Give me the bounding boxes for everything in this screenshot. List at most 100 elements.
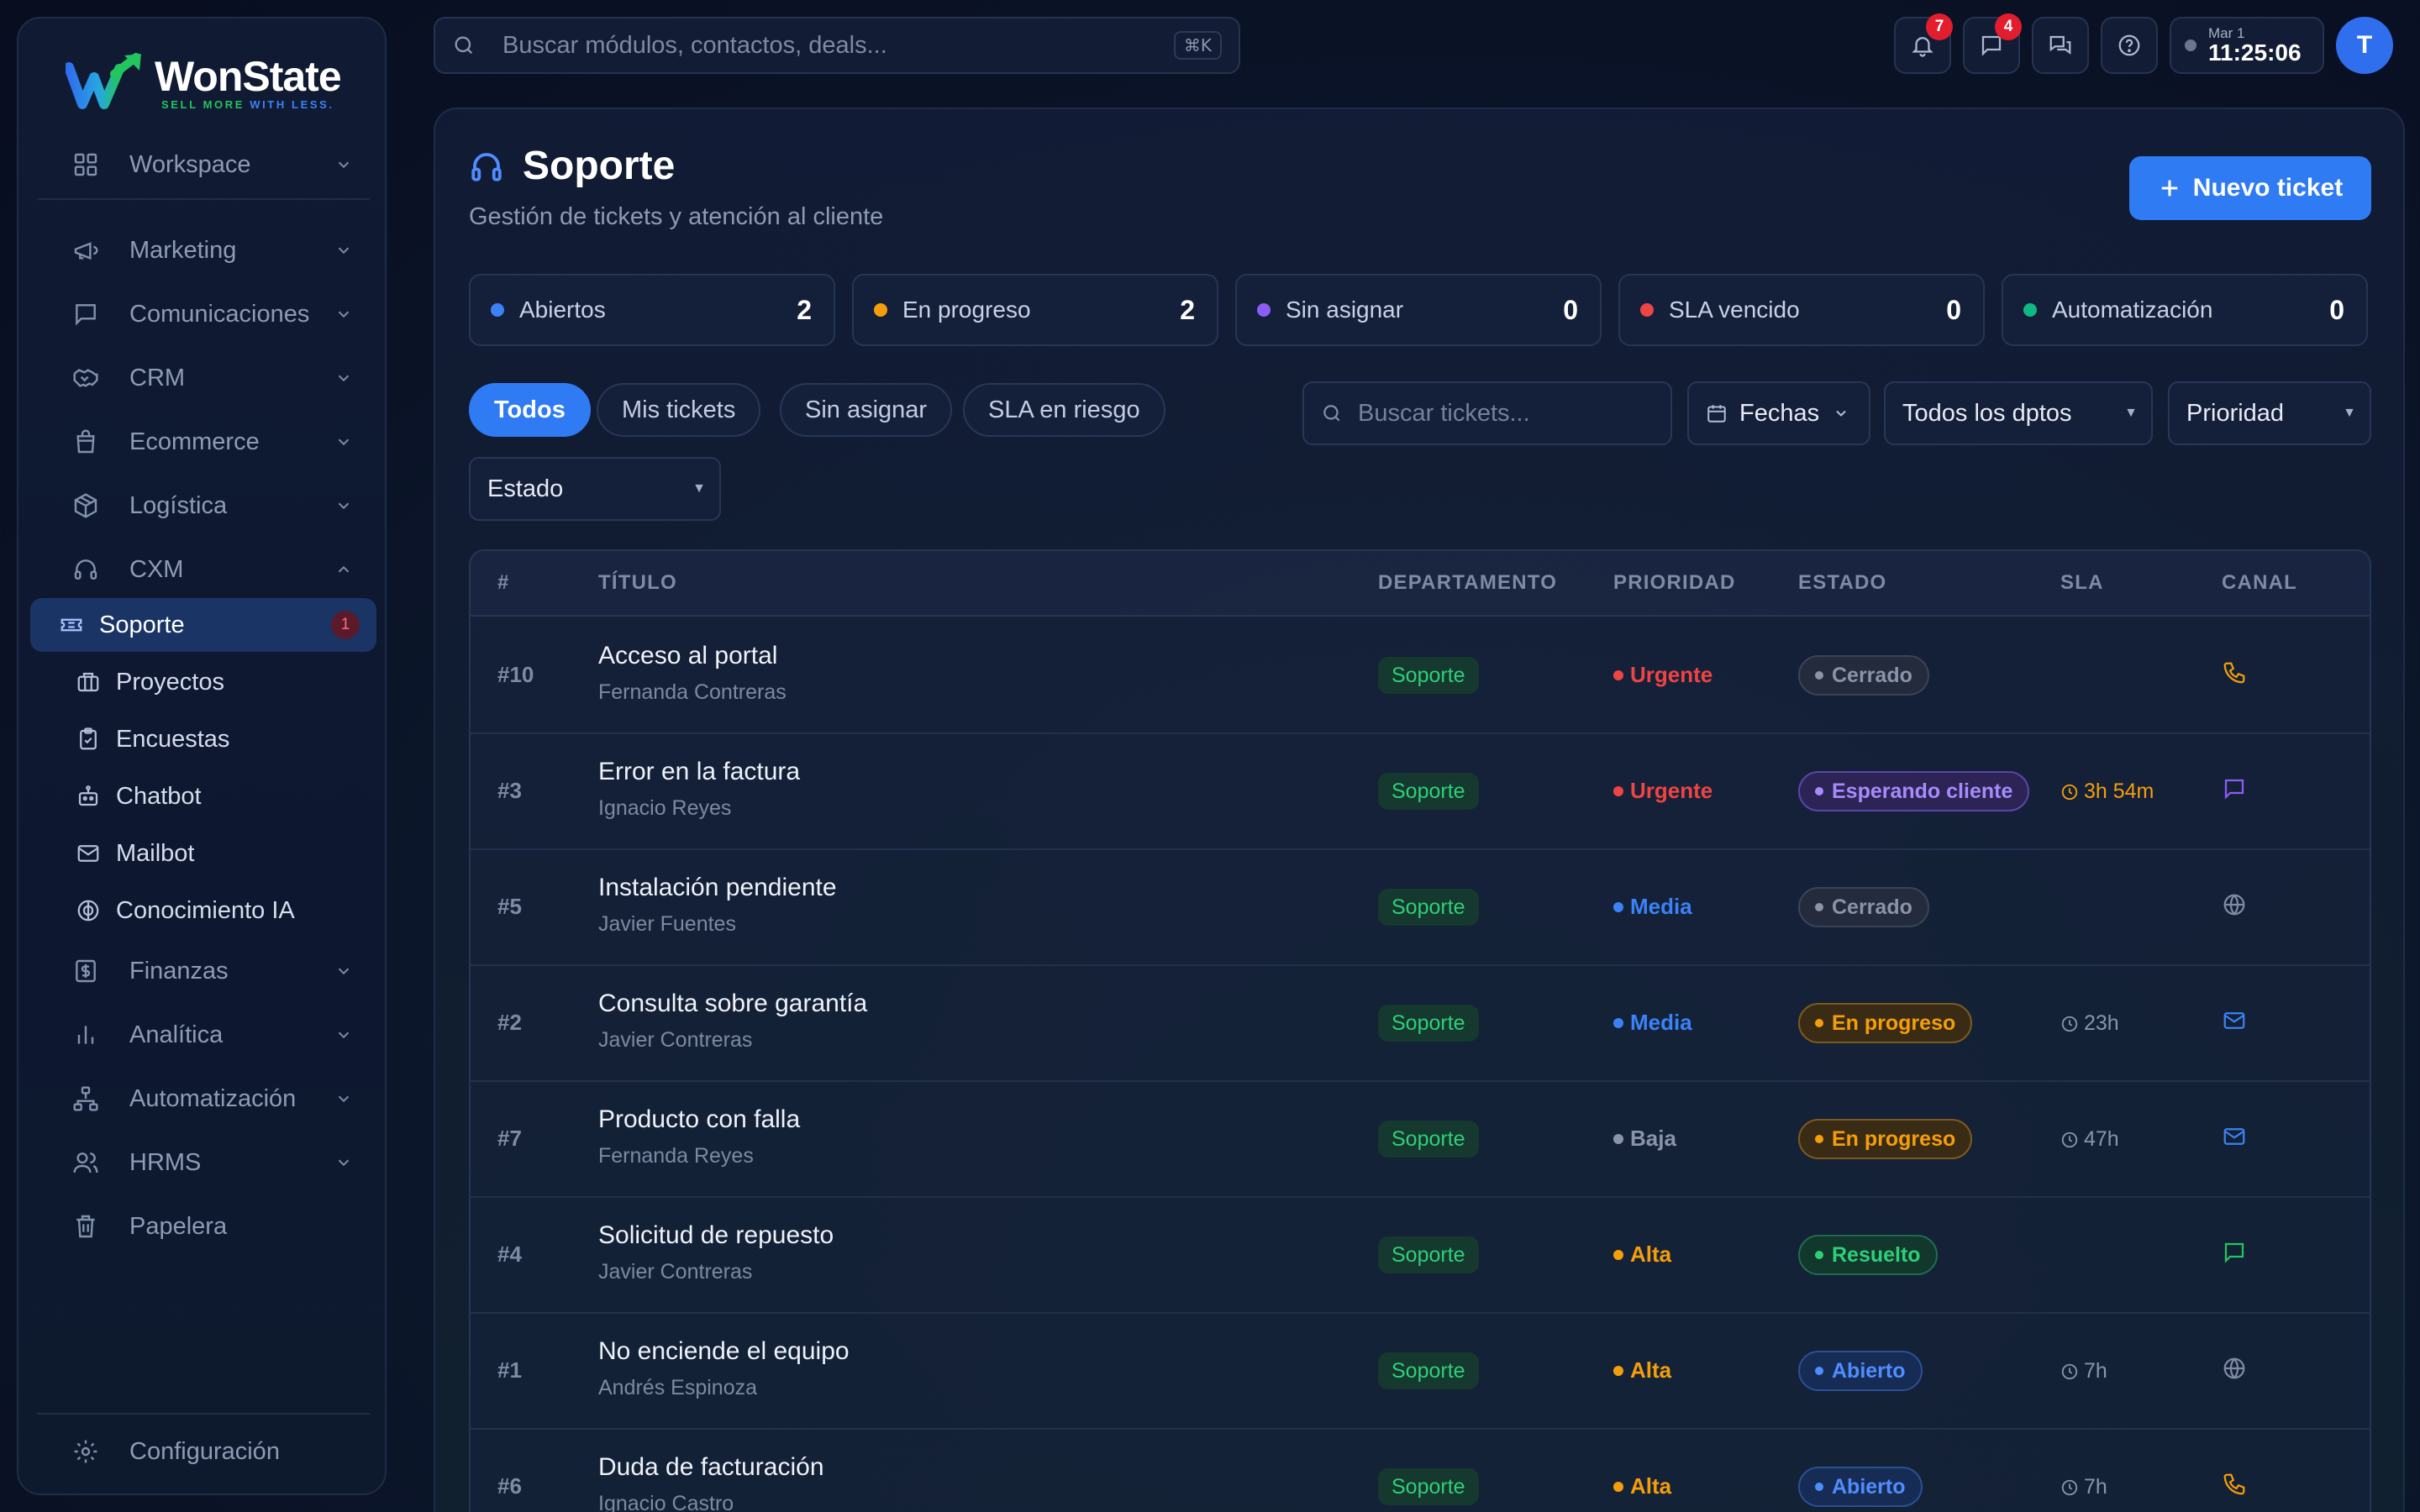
notifications-button[interactable]: 7 <box>1894 13 1953 74</box>
department-badge: Soporte <box>1378 773 1479 810</box>
table-row[interactable]: #1 No enciende el equipo Andrés Espinoza… <box>471 1314 2370 1430</box>
ticket-customer: Javier Contreras <box>598 1028 753 1052</box>
table-row[interactable]: #2 Consulta sobre garantía Javier Contre… <box>471 966 2370 1082</box>
filter-chip-sin-asignar[interactable]: Sin asignar <box>780 383 953 437</box>
sidebar-item-papelera[interactable]: Papelera <box>30 1200 375 1253</box>
caret-down-icon: ▼ <box>2343 406 2356 420</box>
filter-chip-todos[interactable]: Todos <box>469 383 591 437</box>
help-button[interactable] <box>2101 17 2158 74</box>
headset-icon <box>74 559 97 580</box>
messages-button[interactable]: 4 <box>1963 13 2022 74</box>
ticket-id: #4 <box>497 1242 522 1267</box>
sidebar-item-ecommerce[interactable]: Ecommerce <box>30 415 375 469</box>
sidebar-item-analitica[interactable]: Analítica <box>30 1008 375 1062</box>
stat-sin-asignar[interactable]: Sin asignar 0 <box>1235 274 1602 346</box>
sidebar-divider <box>37 198 370 200</box>
tickets-table: # TÍTULO DEPARTAMENTO PRIORIDAD ESTADO S… <box>469 549 2371 1512</box>
ticket-search[interactable] <box>1302 381 1672 445</box>
stat-label: Abiertos <box>519 297 606 323</box>
global-search[interactable]: ⌘K <box>434 17 1240 74</box>
sidebar-item-mailbot[interactable]: Mailbot <box>30 827 375 880</box>
sidebar-item-crm[interactable]: CRM <box>30 351 375 405</box>
ticket-title[interactable]: Duda de facturación <box>598 1453 824 1482</box>
ticket-title[interactable]: Instalación pendiente <box>598 874 837 902</box>
column-header-channel[interactable]: CANAL <box>2222 571 2297 595</box>
ticket-title[interactable]: Producto con falla <box>598 1105 800 1134</box>
column-header-department[interactable]: DEPARTAMENTO <box>1378 571 1557 595</box>
search-icon <box>1323 405 1340 422</box>
sidebar-item-soporte[interactable]: Soporte 1 <box>30 598 376 652</box>
ticket-title[interactable]: Consulta sobre garantía <box>598 990 867 1018</box>
brand-logo[interactable]: WonState SELL MORE WITH LESS. <box>66 40 342 124</box>
chevron-down-icon <box>338 502 350 510</box>
sidebar-item-workspace[interactable]: Workspace <box>30 138 375 192</box>
sidebar-item-encuestas[interactable]: Encuestas <box>30 712 375 766</box>
sidebar-item-finanzas[interactable]: Finanzas <box>30 944 375 998</box>
sidebar-item-marketing[interactable]: Marketing <box>30 223 375 277</box>
table-row[interactable]: #3 Error en la factura Ignacio Reyes Sop… <box>471 734 2370 850</box>
ticket-customer: Javier Contreras <box>598 1260 753 1284</box>
sidebar-item-label: Proyectos <box>116 668 224 696</box>
ticket-title[interactable]: Acceso al portal <box>598 642 777 670</box>
status-badge: Cerrado <box>1798 887 1929 927</box>
stat-label: Sin asignar <box>1286 297 1404 323</box>
priority-label: Urgente <box>1613 662 1712 688</box>
user-avatar[interactable]: T <box>2336 17 2393 74</box>
table-row[interactable]: #10 Acceso al portal Fernanda Contreras … <box>471 618 2370 734</box>
column-header-id[interactable]: # <box>497 571 510 595</box>
sidebar-item-label: HRMS <box>129 1148 202 1176</box>
sidebar-item-comunicaciones[interactable]: Comunicaciones <box>30 287 375 341</box>
sidebar-item-hrms[interactable]: HRMS <box>30 1136 375 1189</box>
headset-icon <box>471 152 502 181</box>
ticket-customer: Fernanda Contreras <box>598 680 786 704</box>
department-select[interactable]: Todos los dptos ▼ <box>1884 381 2153 445</box>
department-badge: Soporte <box>1378 657 1479 694</box>
stat-label: En progreso <box>902 297 1031 323</box>
sidebar-item-automatizacion[interactable]: Automatización <box>30 1072 375 1126</box>
new-ticket-button[interactable]: Nuevo ticket <box>2129 156 2371 220</box>
status-select[interactable]: Estado ▼ <box>469 457 721 521</box>
stat-en-progreso[interactable]: En progreso 2 <box>852 274 1218 346</box>
package-icon <box>74 493 97 518</box>
table-row[interactable]: #6 Duda de facturación Ignacio Castro So… <box>471 1430 2370 1512</box>
sidebar-item-proyectos[interactable]: Proyectos <box>30 655 375 709</box>
search-icon <box>455 36 473 55</box>
column-header-status[interactable]: ESTADO <box>1798 571 1886 595</box>
ticket-title[interactable]: No enciende el equipo <box>598 1337 850 1366</box>
ticket-title[interactable]: Error en la factura <box>598 758 800 786</box>
table-row[interactable]: #7 Producto con falla Fernanda Reyes Sop… <box>471 1082 2370 1198</box>
column-header-sla[interactable]: SLA <box>2060 571 2104 595</box>
column-header-title[interactable]: TÍTULO <box>598 571 677 595</box>
stat-abiertos[interactable]: Abiertos 2 <box>469 274 835 346</box>
sidebar-item-logistica[interactable]: Logística <box>30 479 375 533</box>
stat-value: 0 <box>1946 294 1961 325</box>
ticket-search-input[interactable] <box>1358 399 1660 428</box>
sidebar-item-chatbot[interactable]: Chatbot <box>30 769 375 823</box>
priority-select[interactable]: Prioridad ▼ <box>2168 381 2371 445</box>
sidebar-item-label: Analítica <box>129 1021 224 1048</box>
sidebar-item-cxm[interactable]: CXM <box>30 543 375 596</box>
clock-icon <box>2061 1016 2078 1032</box>
table-row[interactable]: #4 Solicitud de repuesto Javier Contrera… <box>471 1198 2370 1314</box>
column-header-priority[interactable]: PRIORIDAD <box>1613 571 1735 595</box>
ticket-title[interactable]: Solicitud de repuesto <box>598 1221 834 1250</box>
bot-icon <box>78 785 98 806</box>
stat-sla-vencido[interactable]: SLA vencido 0 <box>1618 274 1985 346</box>
sidebar-item-label: Soporte <box>99 611 185 638</box>
clock-time: 11:25:06 <box>2208 39 2302 66</box>
sidebar-item-configuracion[interactable]: Configuración <box>30 1425 375 1478</box>
chevron-down-icon <box>338 247 350 255</box>
chat-button[interactable] <box>2032 17 2089 74</box>
filter-chip-sla-en-riesgo[interactable]: SLA en riesgo <box>963 383 1165 437</box>
dates-filter[interactable]: Fechas <box>1687 381 1870 445</box>
department-badge: Soporte <box>1378 889 1479 926</box>
sidebar-item-conocimiento-ia[interactable]: Conocimiento IA <box>30 884 375 937</box>
filter-chip-mis-tickets[interactable]: Mis tickets <box>597 383 761 437</box>
stat-dot <box>2023 303 2037 317</box>
search-shortcut: ⌘K <box>1173 31 1222 60</box>
caret-down-icon: ▼ <box>2124 406 2138 420</box>
global-search-input[interactable] <box>502 31 1141 60</box>
stat-automatizacion[interactable]: Automatización 0 <box>2002 274 2368 346</box>
priority-label: Alta <box>1613 1242 1671 1268</box>
table-row[interactable]: #5 Instalación pendiente Javier Fuentes … <box>471 850 2370 966</box>
